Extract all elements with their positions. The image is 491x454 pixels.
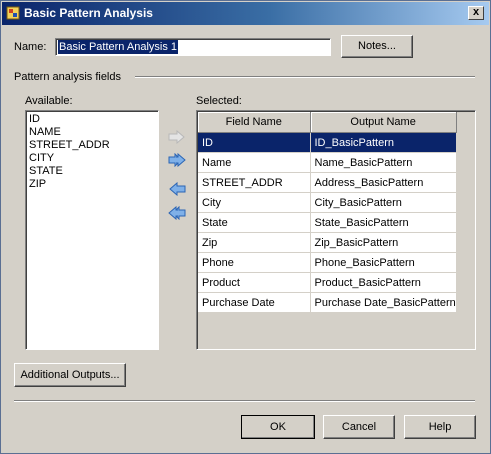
table-row[interactable]: Name Name_BasicPattern xyxy=(198,152,457,173)
notes-button[interactable]: Notes... xyxy=(341,35,413,58)
name-field[interactable]: Basic Pattern Analysis 1 xyxy=(55,38,331,56)
app-icon xyxy=(6,6,20,20)
table-row[interactable]: Product Product_BasicPattern xyxy=(198,272,457,293)
output-name-cell[interactable]: Product_BasicPattern xyxy=(310,272,457,293)
available-item-city[interactable]: CITY xyxy=(29,152,54,165)
move-right-icon[interactable] xyxy=(168,130,186,144)
table-row[interactable]: Zip Zip_BasicPattern xyxy=(198,232,457,253)
table-row[interactable]: STREET_ADDR Address_BasicPattern xyxy=(198,172,457,193)
selected-label: Selected: xyxy=(196,95,242,107)
output-name-cell[interactable]: Name_BasicPattern xyxy=(310,152,457,173)
fields-group-title: Pattern analysis fields xyxy=(14,71,121,83)
selected-table: Field Name Output Name ID ID_BasicPattern… xyxy=(198,112,457,313)
field-name-cell[interactable]: ID xyxy=(198,132,311,153)
table-row[interactable]: City City_BasicPattern xyxy=(198,192,457,213)
help-button[interactable]: Help xyxy=(404,415,476,439)
output-name-cell[interactable]: City_BasicPattern xyxy=(310,192,457,213)
title-bar[interactable]: Basic Pattern Analysis x xyxy=(2,2,489,25)
column-header-field-name[interactable]: Field Name xyxy=(198,112,311,133)
group-divider xyxy=(135,76,475,78)
field-name-cell[interactable]: Name xyxy=(198,152,311,173)
available-item-street-addr[interactable]: STREET_ADDR xyxy=(29,139,110,152)
move-all-left-icon[interactable] xyxy=(168,206,186,220)
column-header-output-name[interactable]: Output Name xyxy=(310,112,457,133)
field-name-cell[interactable]: STREET_ADDR xyxy=(198,172,311,193)
table-row[interactable]: Purchase Date Purchase Date_BasicPattern xyxy=(198,292,457,313)
available-item-name[interactable]: NAME xyxy=(29,126,61,139)
output-name-cell[interactable]: Zip_BasicPattern xyxy=(310,232,457,253)
output-name-cell[interactable]: Address_BasicPattern xyxy=(310,172,457,193)
field-name-cell[interactable]: Phone xyxy=(198,252,311,273)
output-name-cell[interactable]: Purchase Date_BasicPattern xyxy=(310,292,457,313)
field-name-cell[interactable]: City xyxy=(198,192,311,213)
available-list[interactable]: ID NAME STREET_ADDR CITY STATE ZIP xyxy=(25,110,159,350)
output-name-cell[interactable]: State_BasicPattern xyxy=(310,212,457,233)
cancel-button[interactable]: Cancel xyxy=(323,415,395,439)
footer-divider xyxy=(14,400,475,402)
table-row[interactable]: Phone Phone_BasicPattern xyxy=(198,252,457,273)
output-name-cell[interactable]: Phone_BasicPattern xyxy=(310,252,457,273)
window-title: Basic Pattern Analysis xyxy=(24,6,153,20)
field-name-cell[interactable]: Product xyxy=(198,272,311,293)
dialog-window: Basic Pattern Analysis x Name: Basic Pat… xyxy=(0,0,491,454)
available-label: Available: xyxy=(25,95,73,107)
ok-button[interactable]: OK xyxy=(241,415,315,439)
selected-grid[interactable]: Field Name Output Name ID ID_BasicPattern… xyxy=(196,110,476,350)
name-label: Name: xyxy=(14,41,47,53)
field-name-cell[interactable]: Zip xyxy=(198,232,311,253)
close-button[interactable]: x xyxy=(468,6,484,20)
additional-outputs-button[interactable]: Additional Outputs... xyxy=(14,363,126,387)
output-name-cell[interactable]: ID_BasicPattern xyxy=(310,132,457,153)
available-item-id[interactable]: ID xyxy=(29,113,40,126)
available-item-zip[interactable]: ZIP xyxy=(29,178,46,191)
move-left-icon[interactable] xyxy=(168,182,186,196)
table-row[interactable]: ID ID_BasicPattern xyxy=(198,132,457,153)
name-field-value: Basic Pattern Analysis 1 xyxy=(58,40,179,54)
available-item-state[interactable]: STATE xyxy=(29,165,63,178)
field-name-cell[interactable]: Purchase Date xyxy=(198,292,311,313)
field-name-cell[interactable]: State xyxy=(198,212,311,233)
table-row[interactable]: State State_BasicPattern xyxy=(198,212,457,233)
move-all-right-icon[interactable] xyxy=(168,153,186,167)
